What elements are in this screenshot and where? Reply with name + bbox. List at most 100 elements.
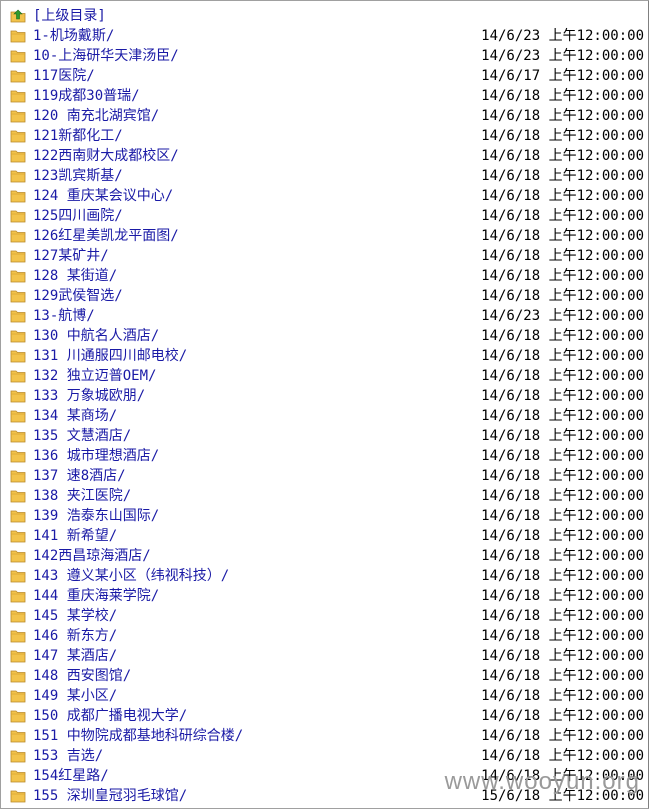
modified-date: 14/6/18 上午12:00:00 bbox=[481, 328, 644, 344]
folder-link[interactable]: 150 成都广播电视大学/ bbox=[33, 706, 187, 726]
folder-row[interactable]: 129武侯智选/14/6/18 上午12:00:00 bbox=[1, 286, 648, 306]
folder-row[interactable]: 132 独立迈普OEM/14/6/18 上午12:00:00 bbox=[1, 366, 648, 386]
folder-icon bbox=[10, 170, 26, 183]
folder-link[interactable]: 1-机场戴斯/ bbox=[33, 26, 114, 46]
folder-row[interactable]: 153 吉选/14/6/18 上午12:00:00 bbox=[1, 746, 648, 766]
folder-row[interactable]: 136 城市理想酒店/14/6/18 上午12:00:00 bbox=[1, 446, 648, 466]
parent-directory-row[interactable]: [上级目录] bbox=[1, 6, 648, 26]
folder-row[interactable]: 144 重庆海莱学院/14/6/18 上午12:00:00 bbox=[1, 586, 648, 606]
folder-row[interactable]: 121新都化工/14/6/18 上午12:00:00 bbox=[1, 126, 648, 146]
folder-row[interactable]: 151 中物院成都基地科研综合楼/14/6/18 上午12:00:00 bbox=[1, 726, 648, 746]
folder-link[interactable]: 151 中物院成都基地科研综合楼/ bbox=[33, 726, 243, 746]
folder-link[interactable]: 129武侯智选/ bbox=[33, 286, 123, 306]
folder-link[interactable]: 13-航博/ bbox=[33, 306, 95, 326]
folder-link[interactable]: 133 万象城欧朋/ bbox=[33, 386, 145, 406]
modified-date: 14/6/18 上午12:00:00 bbox=[481, 648, 644, 664]
folder-link[interactable]: 120 南充北湖宾馆/ bbox=[33, 106, 159, 126]
folder-link[interactable]: 128 某街道/ bbox=[33, 266, 117, 286]
folder-link[interactable]: 127某矿井/ bbox=[33, 246, 109, 266]
folder-link[interactable]: 10-上海研华天津汤臣/ bbox=[33, 46, 179, 66]
folder-row[interactable]: 122西南财大成都校区/14/6/18 上午12:00:00 bbox=[1, 146, 648, 166]
folder-row[interactable]: 150 成都广播电视大学/14/6/18 上午12:00:00 bbox=[1, 706, 648, 726]
folder-row[interactable]: 134 某商场/14/6/18 上午12:00:00 bbox=[1, 406, 648, 426]
folder-icon bbox=[10, 750, 26, 763]
folder-row[interactable]: 119成都30普瑞/14/6/18 上午12:00:00 bbox=[1, 86, 648, 106]
folder-link[interactable]: 131 川通服四川邮电校/ bbox=[33, 346, 187, 366]
folder-link[interactable]: 142西昌琼海酒店/ bbox=[33, 546, 151, 566]
parent-directory-link[interactable]: [上级目录] bbox=[33, 6, 106, 26]
folder-row[interactable]: 149 某小区/14/6/18 上午12:00:00 bbox=[1, 686, 648, 706]
folder-link[interactable]: 137 速8酒店/ bbox=[33, 466, 126, 486]
folder-row[interactable]: 126红星美凯龙平面图/14/6/18 上午12:00:00 bbox=[1, 226, 648, 246]
folder-row[interactable]: 137 速8酒店/14/6/18 上午12:00:00 bbox=[1, 466, 648, 486]
folder-row[interactable]: 125四川画院/14/6/18 上午12:00:00 bbox=[1, 206, 648, 226]
folder-link[interactable]: 122西南财大成都校区/ bbox=[33, 146, 179, 166]
folder-row[interactable]: 130 中航名人酒店/14/6/18 上午12:00:00 bbox=[1, 326, 648, 346]
folder-link[interactable]: 155 深圳皇冠羽毛球馆/ bbox=[33, 786, 187, 806]
modified-date: 14/6/18 上午12:00:00 bbox=[481, 348, 644, 364]
folder-icon bbox=[10, 150, 26, 163]
folder-row[interactable]: 120 南充北湖宾馆/14/6/18 上午12:00:00 bbox=[1, 106, 648, 126]
folder-row[interactable]: 141 新希望/14/6/18 上午12:00:00 bbox=[1, 526, 648, 546]
folder-row[interactable]: 10-上海研华天津汤臣/14/6/23 上午12:00:00 bbox=[1, 46, 648, 66]
folder-link[interactable]: 121新都化工/ bbox=[33, 126, 123, 146]
folder-link[interactable]: 139 浩泰东山国际/ bbox=[33, 506, 159, 526]
modified-date: 14/6/18 上午12:00:00 bbox=[481, 448, 644, 464]
folder-link[interactable]: 138 夹江医院/ bbox=[33, 486, 131, 506]
folder-row[interactable]: 123凯宾斯基/14/6/18 上午12:00:00 bbox=[1, 166, 648, 186]
folder-icon bbox=[10, 210, 26, 223]
folder-icon bbox=[10, 630, 26, 643]
folder-link[interactable]: 144 重庆海莱学院/ bbox=[33, 586, 159, 606]
folder-link[interactable]: 141 新希望/ bbox=[33, 526, 117, 546]
folder-link[interactable]: 153 吉选/ bbox=[33, 746, 103, 766]
folder-row[interactable]: 138 夹江医院/14/6/18 上午12:00:00 bbox=[1, 486, 648, 506]
folder-link[interactable]: 119成都30普瑞/ bbox=[33, 86, 140, 106]
folder-link[interactable]: 143 遵义某小区（纬视科技）/ bbox=[33, 566, 229, 586]
folder-link[interactable]: 124 重庆某会议中心/ bbox=[33, 186, 173, 206]
folder-link[interactable]: 123凯宾斯基/ bbox=[33, 166, 123, 186]
folder-link[interactable]: 154红星路/ bbox=[33, 766, 109, 786]
folder-row[interactable]: 143 遵义某小区（纬视科技）/ 14/6/18 上午12:00:00 bbox=[1, 566, 648, 586]
folder-link[interactable]: 148 西安图馆/ bbox=[33, 666, 131, 686]
folder-row[interactable]: 117医院/14/6/17 上午12:00:00 bbox=[1, 66, 648, 86]
folder-link[interactable]: 117医院/ bbox=[33, 66, 95, 86]
folder-row[interactable]: 128 某街道/14/6/18 上午12:00:00 bbox=[1, 266, 648, 286]
folder-row[interactable]: 124 重庆某会议中心/14/6/18 上午12:00:00 bbox=[1, 186, 648, 206]
folder-link[interactable]: 136 城市理想酒店/ bbox=[33, 446, 159, 466]
folder-link[interactable]: 130 中航名人酒店/ bbox=[33, 326, 159, 346]
modified-date: 14/6/18 上午12:00:00 bbox=[481, 608, 644, 624]
folder-row[interactable]: 1-机场戴斯/14/6/23 上午12:00:00 bbox=[1, 26, 648, 46]
folder-row[interactable]: 142西昌琼海酒店/14/6/18 上午12:00:00 bbox=[1, 546, 648, 566]
folder-link[interactable]: 146 新东方/ bbox=[33, 626, 117, 646]
folder-row[interactable]: 145 某学校/14/6/18 上午12:00:00 bbox=[1, 606, 648, 626]
folder-link[interactable]: 126红星美凯龙平面图/ bbox=[33, 226, 179, 246]
folder-link[interactable]: 147 某酒店/ bbox=[33, 646, 117, 666]
folder-icon bbox=[10, 690, 26, 703]
folder-icon bbox=[10, 590, 26, 603]
folder-row[interactable]: 147 某酒店/14/6/18 上午12:00:00 bbox=[1, 646, 648, 666]
folder-icon bbox=[10, 330, 26, 343]
folder-row[interactable]: 133 万象城欧朋/14/6/18 上午12:00:00 bbox=[1, 386, 648, 406]
folder-row[interactable]: 146 新东方/14/6/18 上午12:00:00 bbox=[1, 626, 648, 646]
folder-row[interactable]: 135 文慧酒店/14/6/18 上午12:00:00 bbox=[1, 426, 648, 446]
folder-icon bbox=[10, 450, 26, 463]
folder-row[interactable]: 148 西安图馆/14/6/18 上午12:00:00 bbox=[1, 666, 648, 686]
folder-row[interactable]: 155 深圳皇冠羽毛球馆/15/6/18 上午12:00:00 bbox=[1, 786, 648, 806]
folder-link[interactable]: 145 某学校/ bbox=[33, 606, 117, 626]
folder-row[interactable]: 13-航博/14/6/23 上午12:00:00 bbox=[1, 306, 648, 326]
folder-link[interactable]: 134 某商场/ bbox=[33, 406, 117, 426]
folder-link[interactable]: 132 独立迈普OEM/ bbox=[33, 366, 156, 386]
folder-icon bbox=[10, 470, 26, 483]
folder-link[interactable]: 135 文慧酒店/ bbox=[33, 426, 131, 446]
folder-icon bbox=[10, 530, 26, 543]
folder-link[interactable]: 125四川画院/ bbox=[33, 206, 123, 226]
folder-row[interactable]: 127某矿井/14/6/18 上午12:00:00 bbox=[1, 246, 648, 266]
folder-icon bbox=[10, 50, 26, 63]
modified-date: 14/6/17 上午12:00:00 bbox=[481, 68, 644, 84]
folder-row[interactable]: 131 川通服四川邮电校/14/6/18 上午12:00:00 bbox=[1, 346, 648, 366]
folder-icon bbox=[10, 30, 26, 43]
folder-row[interactable]: 154红星路/14/6/18 上午12:00:00 bbox=[1, 766, 648, 786]
modified-date: 14/6/18 上午12:00:00 bbox=[481, 208, 644, 224]
folder-row[interactable]: 139 浩泰东山国际/14/6/18 上午12:00:00 bbox=[1, 506, 648, 526]
folder-link[interactable]: 149 某小区/ bbox=[33, 686, 117, 706]
